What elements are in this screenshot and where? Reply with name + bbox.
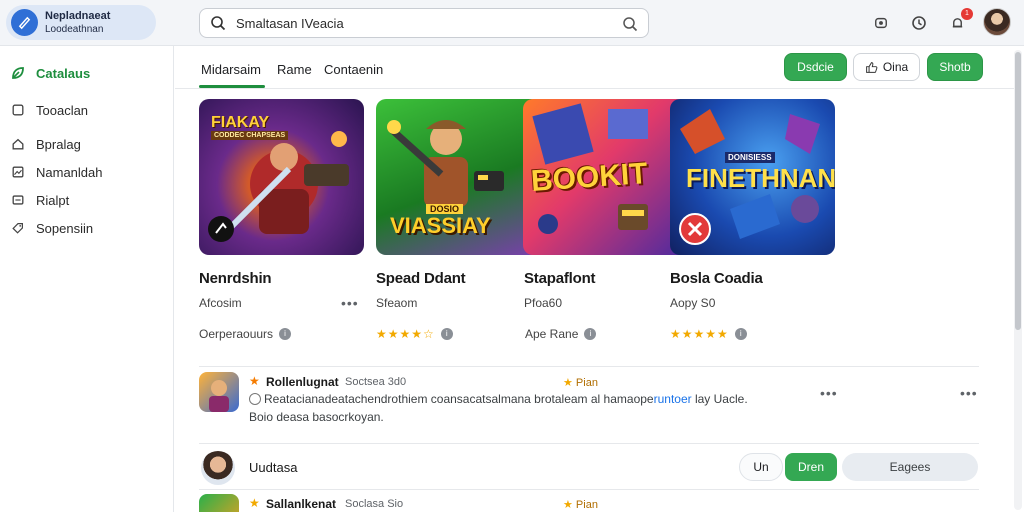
sidebar-item-rialpt[interactable]: Rialpt: [10, 190, 69, 210]
divider: [199, 489, 979, 490]
top-bar: Nepladnaeat Loodeathnan 1: [0, 0, 1024, 46]
info-icon[interactable]: i: [734, 328, 747, 340]
card-thumbnail[interactable]: BOOKIT: [523, 99, 688, 255]
user-name[interactable]: Uudtasa: [249, 460, 297, 475]
card-subtitle: Pfoa60: [524, 296, 563, 310]
sidebar: Catalaus Tooaclan Bpralag Namanldah Rial…: [0, 46, 174, 512]
image-icon: [10, 164, 26, 180]
open-button[interactable]: Dren: [785, 453, 837, 481]
brand-title: Nepladnaeat: [45, 9, 111, 22]
info-icon[interactable]: i: [279, 328, 292, 340]
sidebar-item-label: Sopensiin: [36, 220, 94, 236]
box-icon: [10, 192, 26, 208]
search-icon: [211, 16, 226, 31]
card-rating: ★★★★★ i: [670, 327, 747, 341]
review-author[interactable]: Rollenlugnat: [266, 375, 339, 389]
user-avatar[interactable]: [983, 8, 1011, 36]
brand-pill[interactable]: Nepladnaeat Loodeathnan: [6, 5, 156, 40]
sidebar-item-namanldah[interactable]: Namanldah: [10, 162, 103, 182]
brand-subtitle: Loodeathnan: [45, 23, 104, 35]
sidebar-item-bpralag[interactable]: Bpralag: [10, 134, 81, 154]
more-options-icon[interactable]: •••: [341, 295, 359, 311]
card-art-title: VIASSIAY: [390, 213, 491, 238]
card-title[interactable]: Spead Ddant: [376, 270, 466, 287]
thumbs-up-icon: [865, 61, 878, 73]
sidebar-item-tooaclan[interactable]: Tooaclan: [10, 100, 88, 120]
search-submit-icon[interactable]: [622, 16, 638, 32]
search-input[interactable]: [236, 15, 596, 31]
card-art-title: FINETHNAN: [686, 163, 835, 193]
star-rating-icon: ★★★★☆: [376, 327, 435, 341]
sidebar-item-label: Namanldah: [36, 164, 103, 180]
review-link[interactable]: runtoer: [654, 392, 692, 406]
divider: [199, 443, 979, 444]
home-icon: [10, 136, 26, 152]
tab-contaenin[interactable]: Contaenin: [324, 62, 383, 77]
card-art-subtitle: DONISIESS: [725, 152, 775, 163]
card-thumbnail[interactable]: DONISIESS FINETHNAN: [670, 99, 835, 255]
card-title[interactable]: Bosla Coadia: [670, 270, 763, 287]
review-meta: Soctsea 3d0: [345, 376, 407, 388]
review-author[interactable]: Sallanlkenat: [266, 497, 336, 511]
review-thumbnail[interactable]: [199, 494, 239, 512]
undo-button[interactable]: Un: [739, 453, 783, 481]
leaf-icon: [10, 65, 26, 81]
card-meta: Ape Rane i: [525, 327, 597, 341]
sidebar-item-label: Tooaclan: [36, 102, 89, 118]
camera-icon[interactable]: [870, 12, 892, 34]
card-thumbnail[interactable]: DOSIO VIASSIAY: [376, 99, 541, 255]
primary-action-button[interactable]: Dsdcie: [784, 53, 847, 81]
card-art-title: FIAKAY: [211, 114, 270, 131]
sidebar-item-catalaus[interactable]: Catalaus: [10, 63, 90, 83]
sidebar-item-sopensiin[interactable]: Sopensiin: [10, 218, 93, 238]
share-button[interactable]: Shotb: [927, 53, 983, 81]
tab-midarsaim[interactable]: Midarsaim: [199, 62, 265, 88]
notification-bell-icon[interactable]: 1: [946, 8, 973, 34]
reply-icon: [249, 393, 261, 405]
sidebar-item-label: Bpralag: [36, 136, 81, 152]
more-options-icon[interactable]: •••: [960, 385, 978, 401]
review-rating: ★ Pian: [563, 499, 598, 511]
card-subtitle: Sfeaom: [376, 296, 418, 310]
star-icon: ★: [249, 496, 260, 510]
card-meta-text: Ape Rane: [525, 327, 579, 341]
card-meta: Oerperaouurs i: [199, 327, 292, 341]
brand-logo-icon: [11, 9, 38, 36]
card-meta-text: Oerperaouurs: [199, 327, 274, 341]
pages-button[interactable]: Eagees: [842, 453, 978, 481]
card-thumbnail[interactable]: FIAKAY CODDEC CHAPSEAS: [199, 99, 364, 255]
review-thumbnail[interactable]: [199, 372, 239, 412]
scrollbar[interactable]: [1014, 50, 1022, 510]
card-title[interactable]: Stapaflont: [524, 270, 596, 287]
tab-rame[interactable]: Rame: [277, 62, 312, 77]
info-icon[interactable]: i: [584, 328, 597, 340]
card-subtitle: Afcosim: [199, 296, 242, 310]
sidebar-item-label: Catalaus: [36, 65, 91, 81]
square-icon: [10, 102, 26, 118]
star-rating-icon: ★★★★★: [670, 327, 729, 341]
review-body: Reatacianadeatachendrothiem coansacatsal…: [249, 392, 748, 424]
sidebar-item-label: Rialpt: [36, 192, 70, 208]
user-avatar[interactable]: [201, 451, 235, 485]
divider: [199, 366, 979, 367]
history-icon[interactable]: [908, 12, 930, 34]
notification-badge: 1: [961, 8, 973, 20]
card-subtitle: Aopy S0: [670, 296, 716, 310]
more-options-icon[interactable]: •••: [820, 385, 838, 401]
review-meta: Soclasa Sio: [345, 498, 404, 510]
info-icon[interactable]: i: [440, 328, 453, 340]
tag-icon: [10, 220, 26, 236]
card-rating: ★★★★☆ i: [376, 327, 453, 341]
search-bar[interactable]: [199, 8, 649, 38]
scrollbar-thumb[interactable]: [1015, 52, 1021, 330]
card-title[interactable]: Nenrdshin: [199, 270, 272, 287]
card-art-subtitle: CODDEC CHAPSEAS: [211, 131, 289, 140]
like-button-label: Oina: [882, 60, 909, 74]
star-icon: ★: [249, 374, 260, 388]
like-button[interactable]: Oina: [853, 53, 920, 81]
review-rating: ★ Pian: [563, 377, 598, 389]
